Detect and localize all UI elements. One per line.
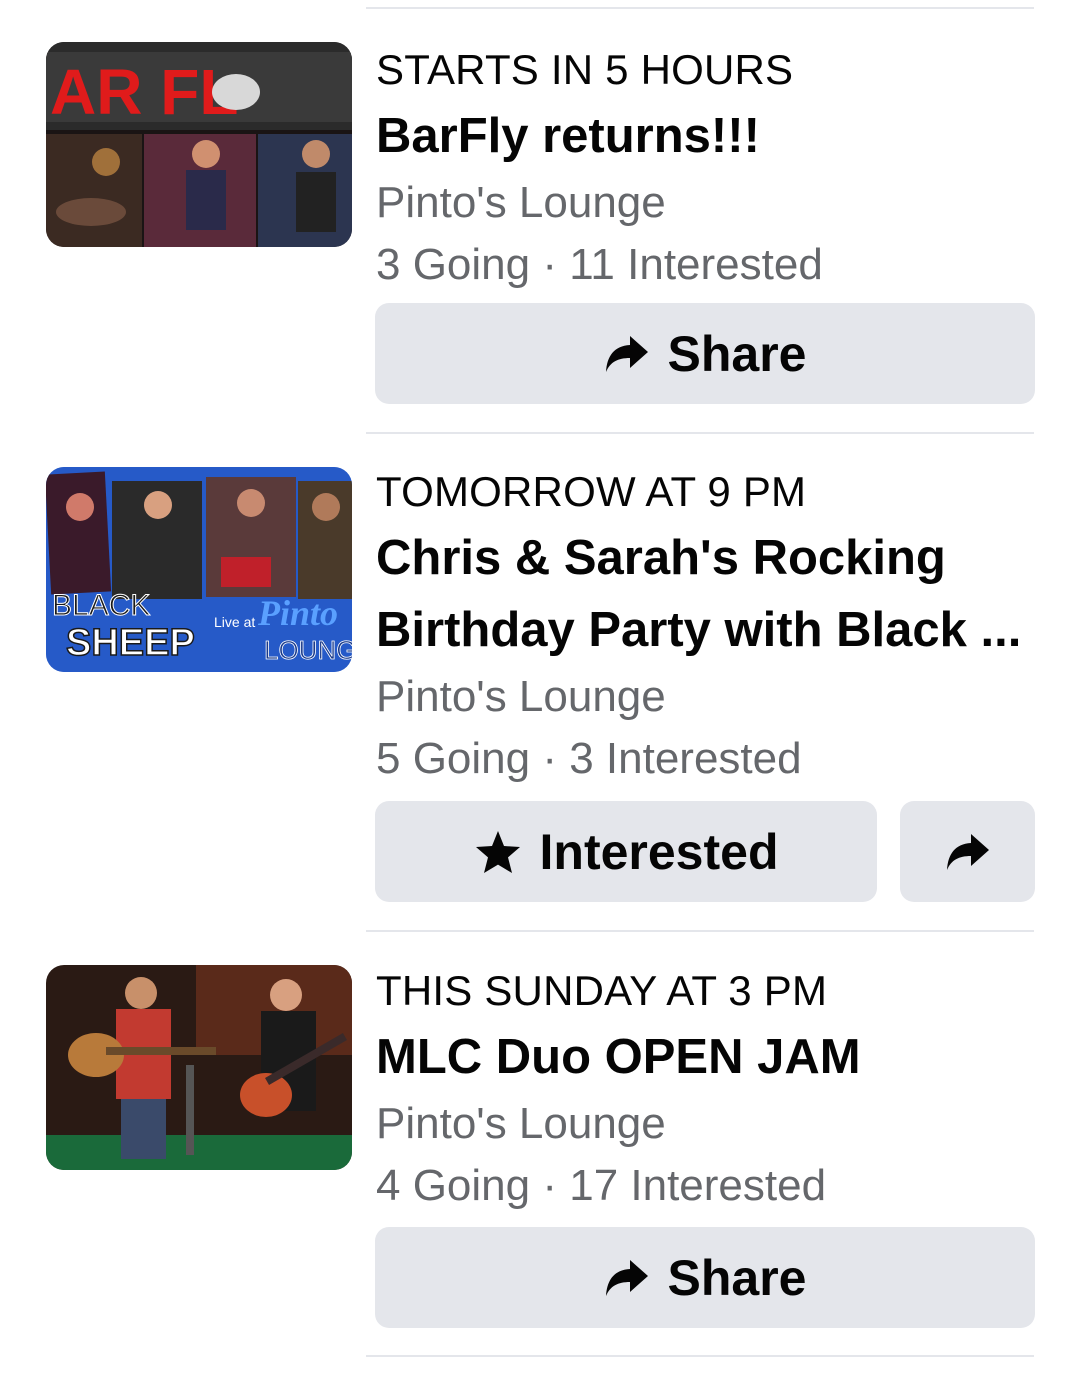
share-icon bbox=[605, 1259, 648, 1296]
event-time: STARTS IN 5 HOURS bbox=[376, 46, 794, 93]
divider bbox=[366, 1355, 1034, 1357]
event-title-line[interactable]: Birthday Party with Black ... bbox=[376, 594, 1054, 666]
going-count: 3 Going bbox=[376, 240, 531, 289]
share-button[interactable] bbox=[900, 801, 1035, 902]
event-thumbnail[interactable]: AR FL bbox=[46, 42, 352, 247]
event-title-line[interactable]: BarFly returns!!! bbox=[376, 100, 1054, 172]
share-button-label: Share bbox=[667, 1249, 807, 1306]
divider bbox=[366, 432, 1034, 434]
event-image-text: Pinto bbox=[257, 593, 338, 633]
interested-button-label: Interested bbox=[539, 823, 779, 880]
event-title[interactable]: MLC Duo OPEN JAM bbox=[376, 1021, 1054, 1093]
event-stats: 4 Going · 17 Interested bbox=[376, 1155, 1054, 1217]
event-time: THIS SUNDAY AT 3 PM bbox=[376, 967, 828, 1014]
interested-button[interactable]: Interested bbox=[375, 801, 877, 902]
event-location[interactable]: Pinto's Lounge bbox=[376, 1093, 1054, 1155]
event-stats: 5 Going · 3 Interested bbox=[376, 728, 1054, 790]
divider bbox=[366, 930, 1034, 932]
event-image-text: AR FL bbox=[50, 56, 238, 128]
event-title-line[interactable]: Chris & Sarah's Rocking bbox=[376, 522, 1054, 594]
share-icon bbox=[946, 833, 989, 870]
event-image-duo-guitarists bbox=[46, 965, 352, 1170]
share-button-label: Share bbox=[667, 325, 807, 382]
event-image-barfly-band: AR FL bbox=[46, 42, 352, 247]
event-time: TOMORROW AT 9 PM bbox=[376, 468, 807, 515]
going-count: 4 Going bbox=[376, 1161, 531, 1210]
event-thumbnail[interactable] bbox=[46, 965, 352, 1170]
event-title[interactable]: BarFly returns!!! bbox=[376, 100, 1054, 172]
event-image-text: SHEEP bbox=[66, 622, 195, 664]
interested-count: 11 Interested bbox=[569, 240, 823, 289]
interested-count: 17 Interested bbox=[569, 1161, 827, 1210]
event-title-line[interactable]: MLC Duo OPEN JAM bbox=[376, 1021, 1054, 1093]
stats-separator: · bbox=[530, 240, 570, 289]
share-button[interactable]: Share bbox=[375, 303, 1035, 404]
event-image-text: BLACK bbox=[52, 589, 150, 622]
event-stats: 3 Going · 11 Interested bbox=[376, 234, 1054, 296]
interested-count: 3 Interested bbox=[569, 734, 802, 783]
divider bbox=[366, 7, 1034, 9]
star-icon bbox=[475, 830, 520, 873]
event-title[interactable]: Chris & Sarah's Rocking Birthday Party w… bbox=[376, 522, 1054, 666]
stats-separator: · bbox=[530, 1161, 570, 1210]
stats-separator: · bbox=[530, 734, 570, 783]
event-image-text: Live at bbox=[214, 614, 255, 630]
event-location[interactable]: Pinto's Lounge bbox=[376, 666, 1054, 728]
event-image-black-sheep-band: BLACK SHEEP Live at Pinto LOUNG bbox=[46, 467, 352, 672]
share-icon bbox=[605, 335, 648, 372]
event-location[interactable]: Pinto's Lounge bbox=[376, 172, 1054, 234]
share-button[interactable]: Share bbox=[375, 1227, 1035, 1328]
event-image-text: LOUNG bbox=[264, 635, 352, 665]
going-count: 5 Going bbox=[376, 734, 531, 783]
event-thumbnail[interactable]: BLACK SHEEP Live at Pinto LOUNG bbox=[46, 467, 352, 672]
